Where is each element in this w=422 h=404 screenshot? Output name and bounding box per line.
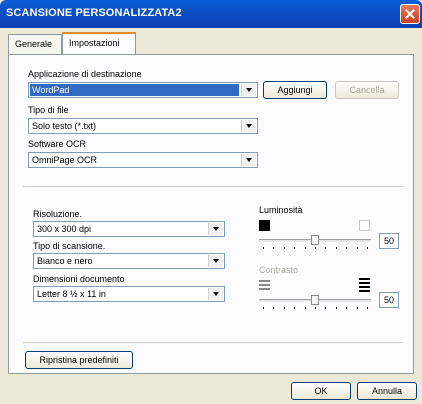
settings-panel: Applicazione di destinazione WordPad Agg… bbox=[8, 54, 414, 374]
slider-tick bbox=[263, 247, 264, 249]
slider-tick bbox=[263, 307, 264, 309]
destination-select[interactable]: WordPad bbox=[28, 82, 258, 98]
scan-type-label: Tipo di scansione. bbox=[33, 241, 106, 251]
window-title: SCANSIONE PERSONALIZZATA2 bbox=[6, 7, 182, 19]
resolution-label: Risoluzione. bbox=[33, 209, 83, 219]
slider-tick bbox=[325, 247, 327, 249]
close-icon[interactable] bbox=[400, 4, 420, 24]
slider-tick bbox=[315, 247, 316, 249]
contrast-label: Contrasto bbox=[259, 265, 299, 275]
slider-tick bbox=[356, 307, 358, 309]
title-bar: SCANSIONE PERSONALIZZATA2 bbox=[0, 0, 422, 28]
chevron-down-icon[interactable] bbox=[241, 154, 256, 166]
slider-tick bbox=[304, 247, 306, 249]
ocr-label: Software OCR bbox=[28, 139, 87, 149]
ocr-select[interactable]: OmniPage OCR bbox=[28, 152, 258, 168]
doc-size-value: Letter 8 ½ x 11 in bbox=[37, 289, 106, 299]
restore-defaults-button[interactable]: Ripristina predefiniti bbox=[25, 351, 133, 369]
chevron-down-icon[interactable] bbox=[208, 255, 223, 267]
slider-tick bbox=[294, 307, 296, 309]
destination-value: WordPad bbox=[30, 84, 239, 96]
chevron-down-icon[interactable] bbox=[208, 223, 223, 235]
slider-tick bbox=[335, 247, 337, 249]
slider-tick bbox=[283, 307, 285, 309]
slider-tick bbox=[335, 307, 337, 309]
ok-button[interactable]: OK bbox=[291, 382, 351, 400]
contrast-slider[interactable] bbox=[259, 295, 371, 309]
delete-button[interactable]: Cancella bbox=[335, 81, 399, 99]
doc-size-select[interactable]: Letter 8 ½ x 11 in bbox=[33, 286, 225, 302]
contrast-thumb[interactable] bbox=[311, 295, 319, 305]
brightness-thumb[interactable] bbox=[311, 235, 319, 245]
doc-size-label: Dimensioni documento bbox=[33, 274, 125, 284]
scan-type-select[interactable]: Bianco e nero bbox=[33, 253, 225, 269]
chevron-down-icon[interactable] bbox=[208, 288, 223, 300]
brightness-label: Luminosità bbox=[259, 205, 303, 215]
contrast-ticks bbox=[259, 307, 371, 310]
tab-impostazioni-label: Impostazioni bbox=[69, 38, 120, 48]
dialog-window: SCANSIONE PERSONALIZZATA2 Generale Impos… bbox=[0, 0, 422, 404]
scan-type-value: Bianco e nero bbox=[37, 256, 93, 266]
dark-square-icon bbox=[259, 220, 270, 231]
add-button[interactable]: Aggiungi bbox=[263, 81, 327, 99]
slider-tick bbox=[315, 307, 316, 309]
slider-tick bbox=[294, 247, 296, 249]
tab-generale-label: Generale bbox=[15, 39, 53, 49]
slider-tick bbox=[273, 307, 275, 309]
slider-tick bbox=[346, 247, 348, 249]
tab-generale[interactable]: Generale bbox=[8, 34, 62, 54]
contrast-value[interactable]: 50 bbox=[379, 292, 399, 308]
tab-impostazioni[interactable]: Impostazioni bbox=[62, 32, 136, 54]
separator bbox=[23, 342, 403, 343]
file-type-value: Solo testo (*.txt) bbox=[32, 121, 97, 131]
slider-tick bbox=[367, 247, 368, 249]
brightness-ticks bbox=[259, 247, 371, 250]
file-type-label: Tipo di file bbox=[28, 105, 69, 115]
resolution-value: 300 x 300 dpi bbox=[37, 224, 92, 234]
cancel-button[interactable]: Annulla bbox=[357, 382, 417, 400]
slider-tick bbox=[356, 247, 358, 249]
slider-tick bbox=[304, 307, 306, 309]
slider-tick bbox=[367, 307, 368, 309]
ocr-value: OmniPage OCR bbox=[32, 155, 98, 165]
chevron-down-icon[interactable] bbox=[241, 120, 256, 132]
light-square-icon bbox=[359, 220, 370, 231]
chevron-down-icon[interactable] bbox=[241, 84, 256, 96]
brightness-value[interactable]: 50 bbox=[379, 233, 399, 249]
separator bbox=[23, 186, 403, 187]
file-type-select[interactable]: Solo testo (*.txt) bbox=[28, 118, 258, 134]
low-contrast-icon bbox=[259, 280, 270, 292]
slider-tick bbox=[273, 247, 275, 249]
slider-tick bbox=[283, 247, 285, 249]
resolution-select[interactable]: 300 x 300 dpi bbox=[33, 221, 225, 237]
slider-tick bbox=[346, 307, 348, 309]
destination-label: Applicazione di destinazione bbox=[28, 69, 142, 79]
slider-tick bbox=[325, 307, 327, 309]
high-contrast-icon bbox=[359, 278, 370, 294]
brightness-slider[interactable] bbox=[259, 235, 371, 249]
